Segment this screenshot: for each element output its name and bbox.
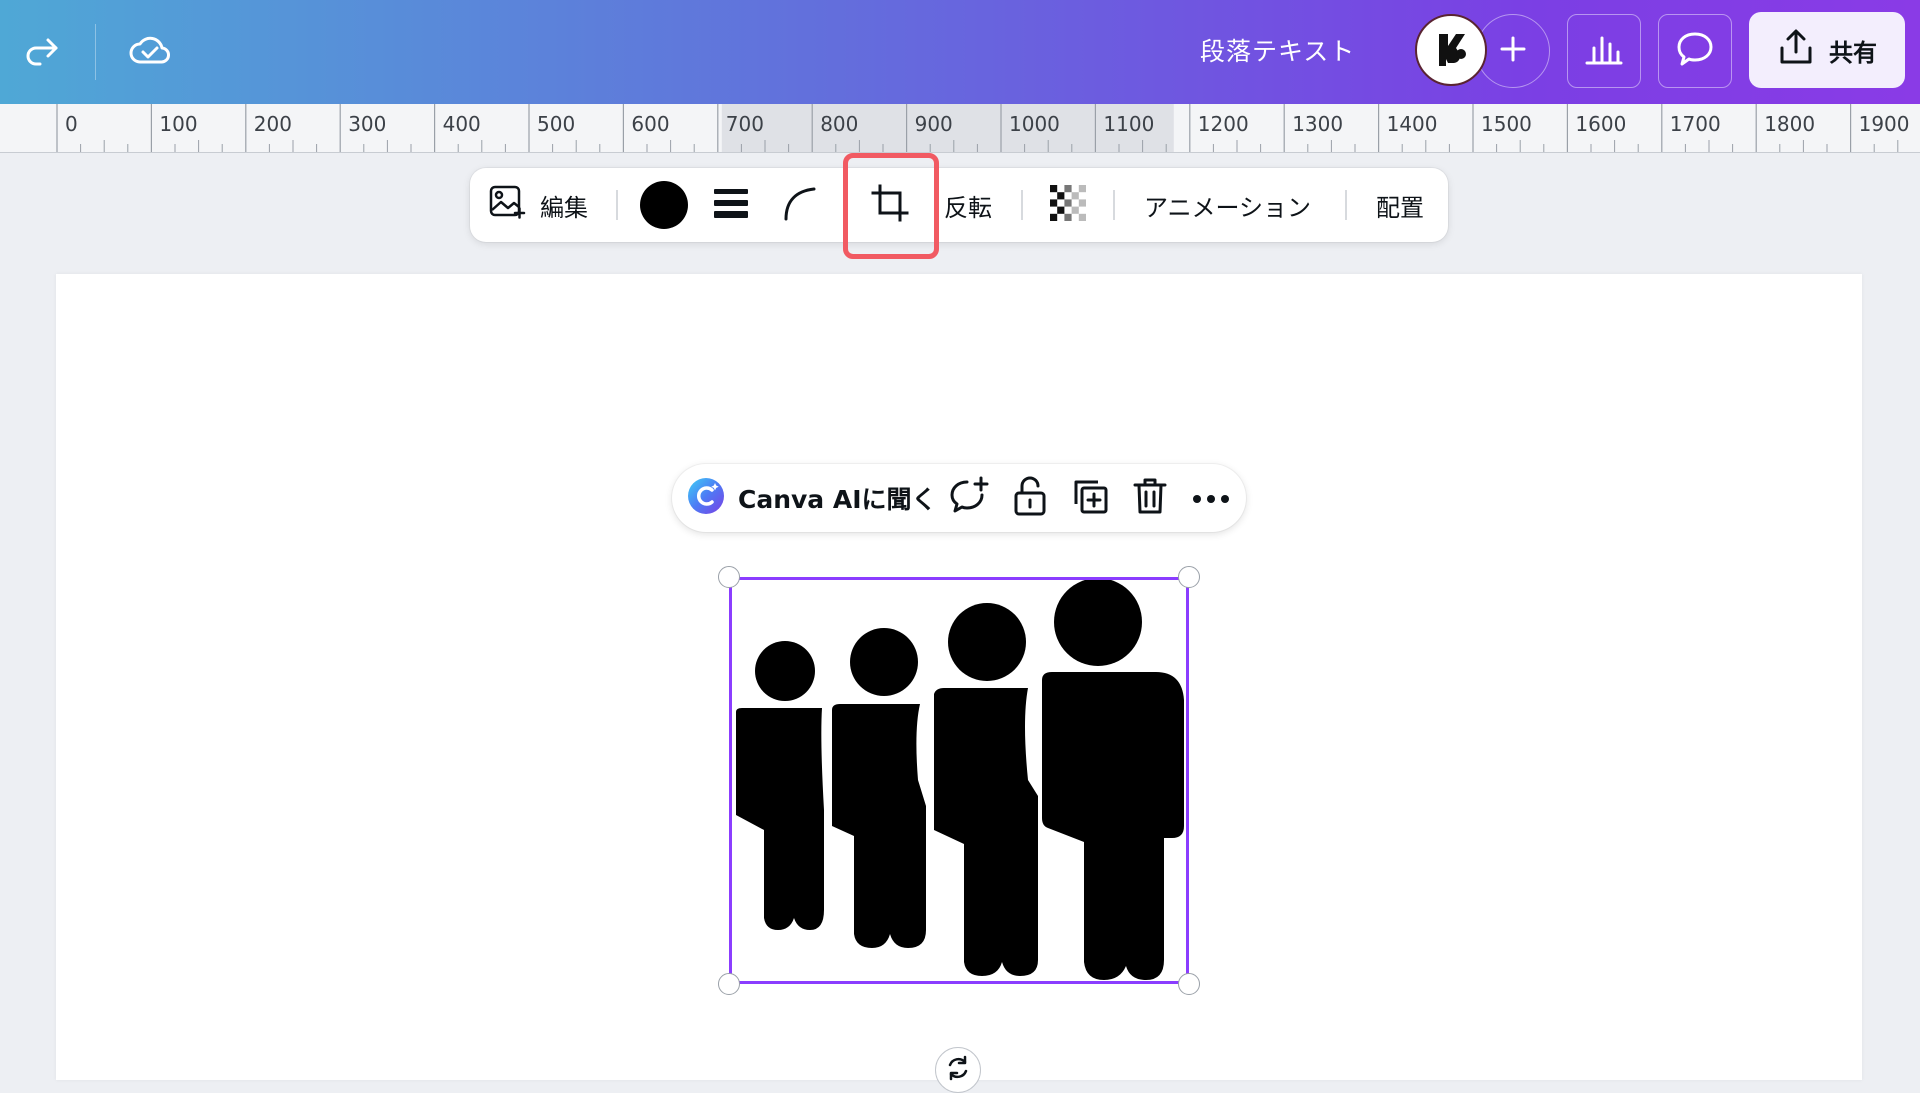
ruler-label: 100	[159, 112, 197, 136]
ruler-label: 1700	[1670, 112, 1721, 136]
color-button[interactable]	[640, 168, 688, 242]
checker-cell	[1064, 213, 1072, 221]
ruler-label: 1100	[1103, 112, 1154, 136]
ruler-label: 900	[915, 112, 953, 136]
ruler-label: 300	[348, 112, 386, 136]
checker-cell	[1050, 213, 1058, 221]
horizontal-ruler[interactable]: 0 100 200 300 400 500 600 700 800 900 1000 1100 1200…	[0, 104, 1920, 153]
toolbar-divider	[1113, 190, 1115, 220]
ruler-label: 500	[537, 112, 575, 136]
resize-handle-top-right[interactable]	[1178, 566, 1200, 588]
ruler-label: 0	[65, 112, 78, 136]
checker-cell	[1050, 185, 1058, 193]
corner-rounding-icon	[782, 185, 818, 225]
comments-button[interactable]	[1658, 14, 1732, 88]
user-logo-icon	[1426, 25, 1476, 75]
share-label: 共有	[1829, 38, 1877, 67]
comment-icon	[1675, 30, 1715, 72]
edit-image-icon	[488, 184, 526, 226]
checker-cell	[1078, 213, 1086, 221]
document-title[interactable]: 段落テキスト	[1200, 30, 1355, 74]
insights-button[interactable]	[1567, 14, 1641, 88]
toolbar-divider	[1021, 190, 1023, 220]
animation-label: アニメーション	[1144, 193, 1312, 222]
ruler-label: 1000	[1009, 112, 1060, 136]
ruler-label: 800	[820, 112, 858, 136]
toolbar-divider	[1345, 190, 1347, 220]
duplicate-icon	[1070, 476, 1110, 520]
upload-icon	[1777, 28, 1815, 72]
ruler-label: 1900	[1859, 112, 1910, 136]
ruler-label: 1800	[1764, 112, 1815, 136]
checker-cell	[1071, 206, 1079, 214]
bar-chart-icon	[1584, 32, 1624, 70]
canva-ai-icon	[686, 476, 726, 520]
ruler-label: 200	[254, 112, 292, 136]
flip-button[interactable]: 反転	[944, 168, 992, 242]
add-collaborator-button[interactable]	[1476, 14, 1550, 88]
checker-cell	[1078, 199, 1086, 207]
ruler-label: 1200	[1198, 112, 1249, 136]
line-style-button[interactable]	[712, 168, 750, 242]
more-icon	[1192, 489, 1230, 508]
plus-icon	[1498, 34, 1528, 68]
position-button[interactable]: 配置	[1376, 168, 1424, 242]
toolbar-divider	[95, 24, 96, 80]
animation-button[interactable]: アニメーション	[1144, 168, 1311, 242]
toolbar-divider	[616, 190, 618, 220]
more-button[interactable]	[1192, 464, 1230, 532]
line-style-icon	[712, 186, 750, 224]
checker-cell	[1057, 192, 1065, 200]
ruler-label: 700	[726, 112, 764, 136]
ruler-label: 1600	[1575, 112, 1626, 136]
resize-handle-bottom-right[interactable]	[1178, 973, 1200, 995]
lock-button[interactable]	[1012, 464, 1048, 532]
checker-cell	[1050, 199, 1058, 207]
resize-handle-bottom-left[interactable]	[718, 973, 740, 995]
position-label: 配置	[1376, 193, 1424, 222]
add-comment-icon	[948, 476, 990, 520]
transparency-button[interactable]	[1048, 168, 1088, 242]
canva-ai-label: Canva AIに聞く	[738, 485, 937, 514]
edit-label: 編集	[540, 193, 588, 222]
avatar[interactable]	[1415, 14, 1487, 86]
ruler-label: 600	[631, 112, 669, 136]
ruler-label: 1300	[1292, 112, 1343, 136]
top-bar: 段落テキスト 共有	[0, 0, 1920, 104]
ruler-scale: 0 100 200 300 400 500 600 700 800 900 1000 1100 1200…	[56, 104, 1910, 152]
resize-handle-top-left[interactable]	[718, 566, 740, 588]
checker-cell	[1064, 199, 1072, 207]
checker-cell	[1071, 192, 1079, 200]
rotate-handle[interactable]	[935, 1047, 981, 1093]
trash-icon	[1132, 476, 1168, 520]
share-button[interactable]: 共有	[1749, 12, 1905, 88]
crop-highlight-box	[843, 153, 939, 259]
checker-cell	[1064, 185, 1072, 193]
corner-rounding-button[interactable]	[782, 168, 818, 242]
color-swatch	[640, 181, 688, 229]
ruler-label: 1400	[1387, 112, 1438, 136]
element-toolbar: 編集 反転 アニメーション 配置	[470, 168, 1448, 242]
cloud-check-icon[interactable]	[126, 26, 174, 74]
duplicate-button[interactable]	[1070, 464, 1110, 532]
rotate-icon	[944, 1054, 972, 1086]
ruler-label: 400	[443, 112, 481, 136]
add-comment-button[interactable]	[948, 464, 990, 532]
family-silhouette-icon	[736, 580, 1184, 980]
flip-label: 反転	[944, 193, 992, 222]
delete-button[interactable]	[1132, 464, 1168, 532]
checker-cell	[1057, 206, 1065, 214]
edit-image-button[interactable]: 編集	[488, 168, 588, 242]
ruler-label: 1500	[1481, 112, 1532, 136]
floating-element-toolbar: Canva AIに聞く	[672, 464, 1246, 532]
checker-cell	[1078, 185, 1086, 193]
transparency-icon	[1048, 183, 1088, 227]
selected-graphic-frame[interactable]	[729, 577, 1189, 984]
lock-icon	[1012, 475, 1048, 521]
canva-ai-button[interactable]: Canva AIに聞く	[686, 464, 937, 532]
redo-icon[interactable]	[18, 28, 66, 76]
